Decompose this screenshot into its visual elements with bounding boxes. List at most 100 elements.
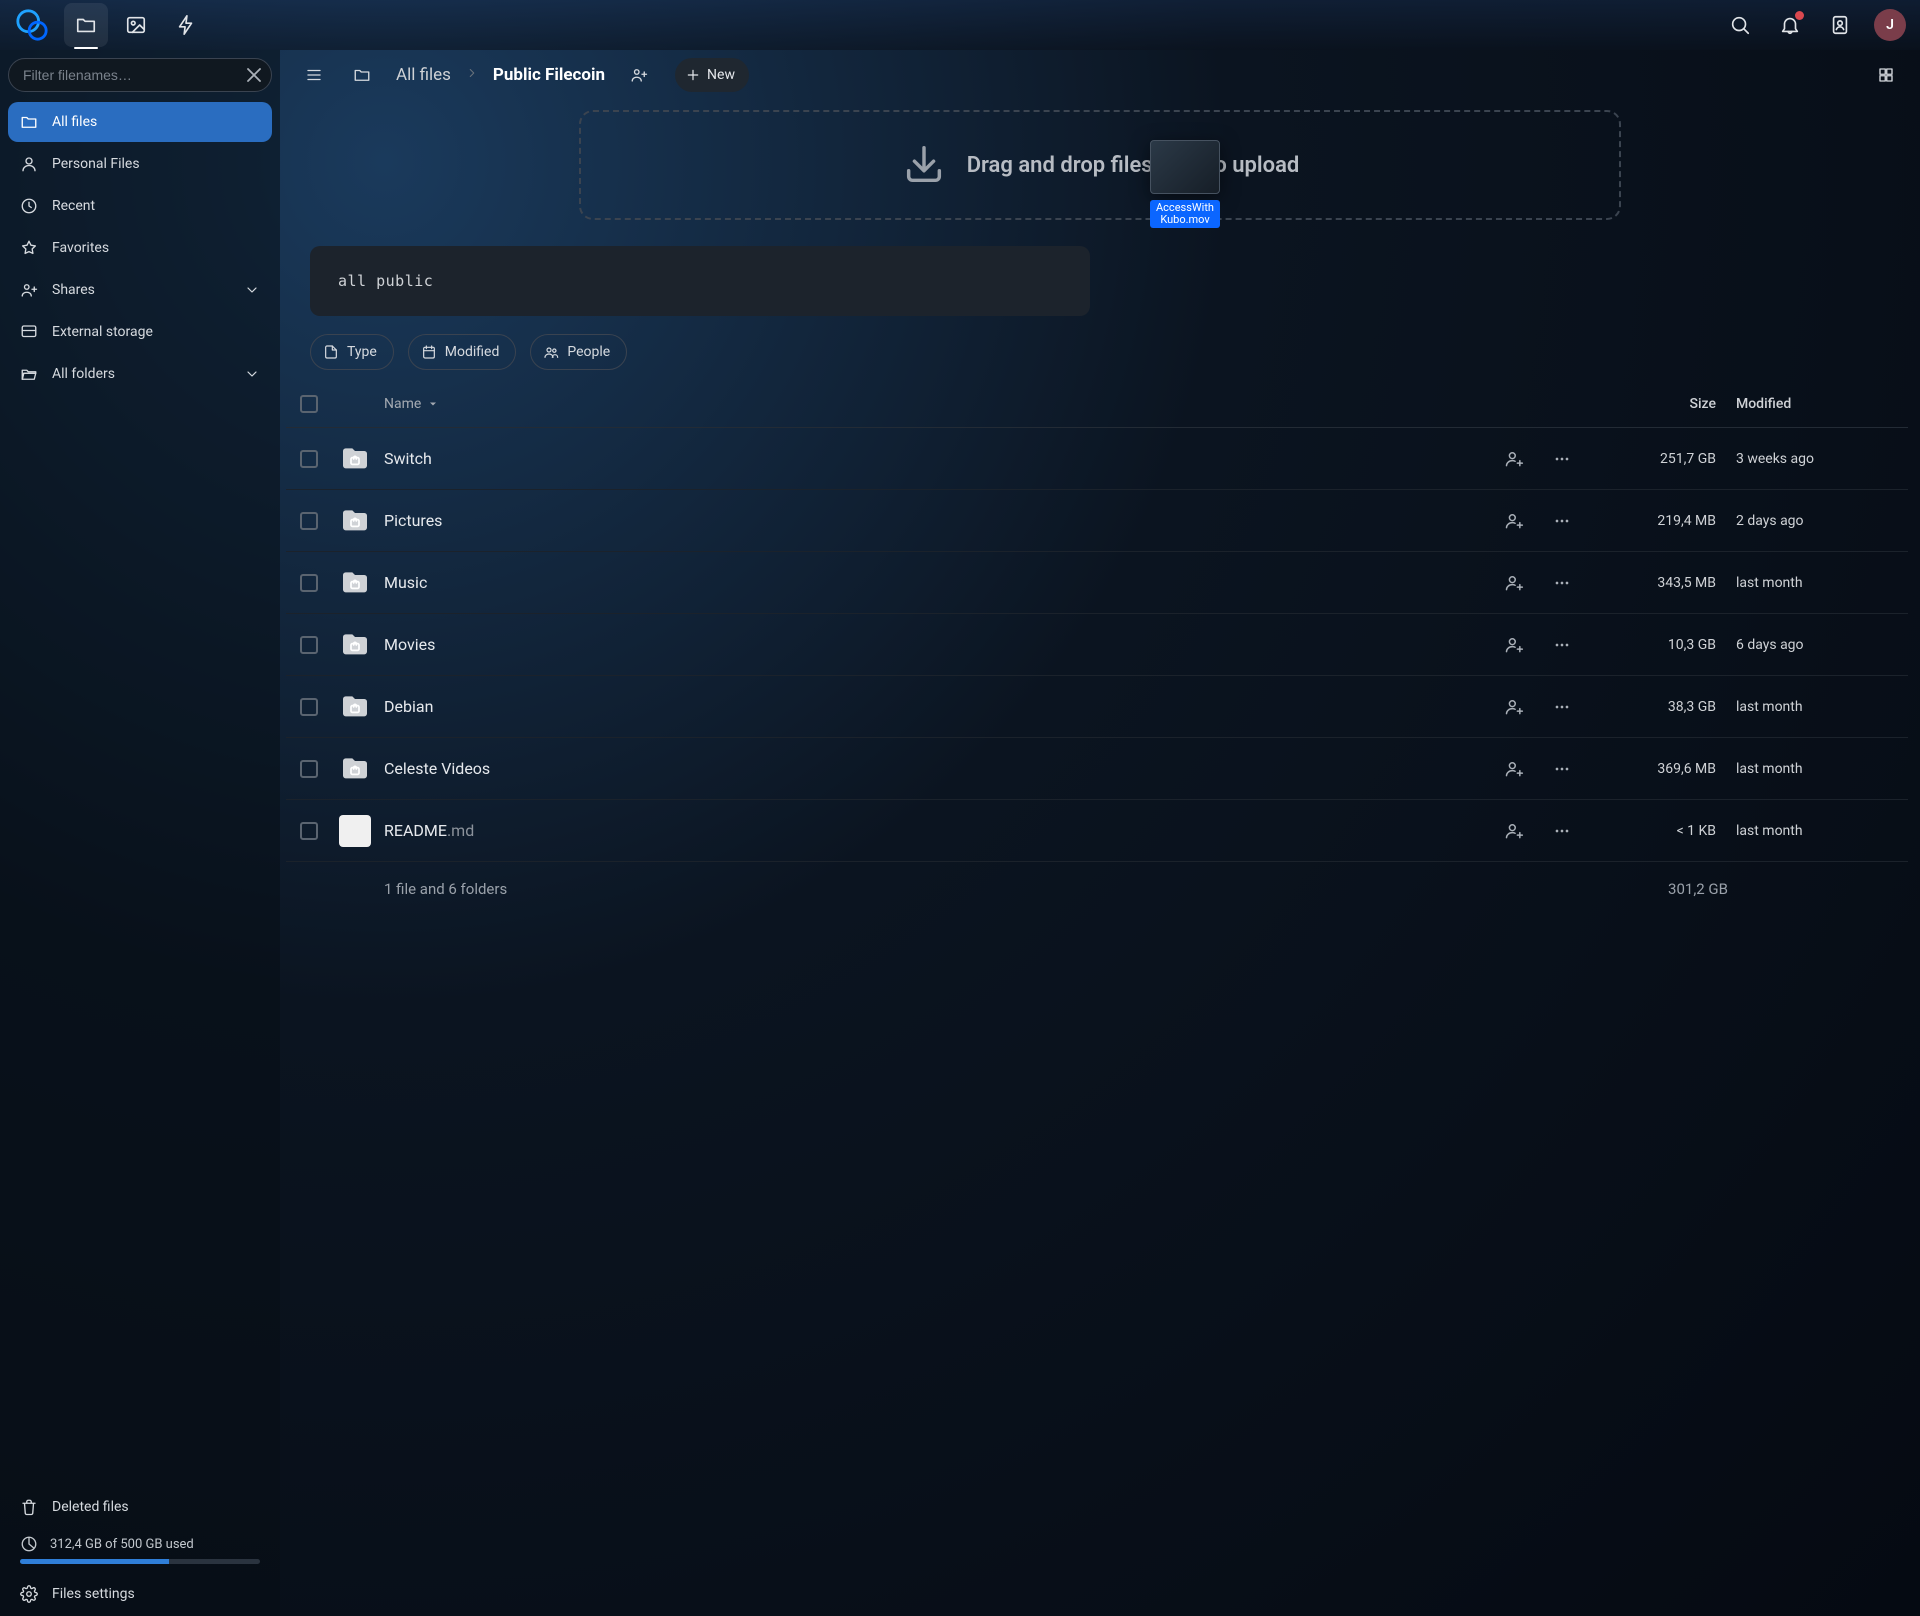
table-header: Name Size Modified: [286, 380, 1908, 428]
row-checkbox[interactable]: [300, 822, 318, 840]
sidebar-item-external[interactable]: External storage: [8, 312, 272, 352]
more-row-icon[interactable]: [1538, 449, 1586, 469]
nav-activity-icon[interactable]: [164, 3, 208, 47]
new-button[interactable]: New: [675, 58, 749, 92]
file-name[interactable]: README.md: [378, 821, 1490, 840]
file-modified: 6 days ago: [1726, 637, 1896, 653]
sidebar-item-favorites[interactable]: Favorites: [8, 228, 272, 268]
file-name[interactable]: Pictures: [378, 511, 1490, 530]
filter-input[interactable]: [8, 58, 272, 92]
select-all-checkbox[interactable]: [300, 395, 318, 413]
app-logo[interactable]: [14, 7, 50, 43]
folder-icon: [338, 445, 372, 473]
table-row[interactable]: Debian38,3 GBlast month: [286, 676, 1908, 738]
sidebar-item-recent[interactable]: Recent: [8, 186, 272, 226]
table-row[interactable]: README.md < 1 KBlast month: [286, 800, 1908, 862]
table-row[interactable]: Pictures219,4 MB2 days ago: [286, 490, 1908, 552]
sort-asc-icon: [427, 398, 439, 410]
filter-chip-people[interactable]: People: [530, 334, 627, 370]
nav-files-icon[interactable]: [64, 3, 108, 47]
more-row-icon[interactable]: [1538, 697, 1586, 717]
storage-quota: 312,4 GB of 500 GB used: [8, 1529, 272, 1574]
folder-icon: [338, 693, 372, 721]
content-area: All files Public Filecoin New Drag an: [280, 50, 1920, 1616]
table-row[interactable]: Switch251,7 GB3 weeks ago: [286, 428, 1908, 490]
sidebar-item-settings[interactable]: Files settings: [8, 1574, 272, 1614]
file-name[interactable]: Celeste Videos: [378, 759, 1490, 778]
file-name[interactable]: Debian: [378, 697, 1490, 716]
more-row-icon[interactable]: [1538, 635, 1586, 655]
file-icon: [339, 815, 371, 847]
table-row[interactable]: Music 343,5 MBlast month: [286, 552, 1908, 614]
chip-label: People: [567, 344, 610, 360]
file-table: Name Size Modified Switch251,7 GB3 weeks…: [280, 380, 1920, 1616]
table-row[interactable]: Celeste Videos369,6 MBlast month: [286, 738, 1908, 800]
row-checkbox[interactable]: [300, 574, 318, 592]
share-row-icon[interactable]: [1490, 635, 1538, 655]
clear-filter-icon[interactable]: [242, 63, 266, 87]
notifications-icon[interactable]: [1768, 3, 1812, 47]
contacts-icon[interactable]: [1818, 3, 1862, 47]
column-size-header[interactable]: Size: [1586, 396, 1726, 412]
folder-icon: [338, 507, 372, 535]
file-name[interactable]: Switch: [378, 449, 1490, 468]
sidebar-label: Files settings: [52, 1586, 135, 1602]
column-name-header[interactable]: Name: [378, 396, 1490, 412]
dropzone-text: Drag and drop files here to upload: [967, 153, 1300, 178]
column-modified-header[interactable]: Modified: [1726, 396, 1896, 412]
breadcrumb-current[interactable]: Public Filecoin: [487, 61, 611, 89]
filter-chips: Type Modified People: [280, 332, 1920, 380]
sidebar-label: Recent: [52, 198, 95, 214]
toolbar: All files Public Filecoin New: [280, 50, 1920, 100]
file-size: 343,5 MB: [1586, 575, 1726, 591]
file-size: 38,3 GB: [1586, 699, 1726, 715]
file-name[interactable]: Music: [378, 573, 1490, 592]
row-checkbox[interactable]: [300, 450, 318, 468]
table-footer: 1 file and 6 folders 301,2 GB: [286, 862, 1908, 916]
sidebar-item-all-files[interactable]: All files: [8, 102, 272, 142]
share-row-icon[interactable]: [1490, 759, 1538, 779]
row-checkbox[interactable]: [300, 698, 318, 716]
sidebar-item-shares[interactable]: Shares: [8, 270, 272, 310]
table-row[interactable]: Movies10,3 GB6 days ago: [286, 614, 1908, 676]
toggle-sidebar-icon[interactable]: [294, 55, 334, 95]
share-row-icon[interactable]: [1490, 821, 1538, 841]
more-row-icon[interactable]: [1538, 821, 1586, 841]
new-button-label: New: [707, 67, 735, 83]
user-avatar[interactable]: J: [1874, 9, 1906, 41]
share-row-icon[interactable]: [1490, 573, 1538, 593]
filter-chip-modified[interactable]: Modified: [408, 334, 517, 370]
sidebar: All filesPersonal Files Recent FavoritesSh…: [0, 50, 280, 1616]
row-checkbox[interactable]: [300, 512, 318, 530]
home-folder-icon[interactable]: [342, 55, 382, 95]
file-size: 369,6 MB: [1586, 761, 1726, 777]
sidebar-item-personal[interactable]: Personal Files: [8, 144, 272, 184]
row-checkbox[interactable]: [300, 760, 318, 778]
folder-icon: [338, 569, 372, 597]
file-modified: last month: [1726, 823, 1896, 839]
sidebar-item-all-folders[interactable]: All folders: [8, 354, 272, 394]
file-name[interactable]: Movies: [378, 635, 1490, 654]
sidebar-item-deleted[interactable]: Deleted files: [8, 1487, 272, 1527]
breadcrumb-root[interactable]: All files: [390, 61, 457, 89]
row-checkbox[interactable]: [300, 636, 318, 654]
filter-chip-type[interactable]: Type: [310, 334, 394, 370]
dropzone[interactable]: Drag and drop files here to upload: [579, 110, 1622, 220]
share-breadcrumb-icon[interactable]: [619, 55, 659, 95]
more-row-icon[interactable]: [1538, 573, 1586, 593]
file-modified: last month: [1726, 575, 1896, 591]
share-row-icon[interactable]: [1490, 449, 1538, 469]
share-row-icon[interactable]: [1490, 511, 1538, 531]
nav-photos-icon[interactable]: [114, 3, 158, 47]
chip-label: Type: [347, 344, 377, 360]
more-row-icon[interactable]: [1538, 759, 1586, 779]
file-size: 219,4 MB: [1586, 513, 1726, 529]
file-size: < 1 KB: [1586, 823, 1726, 839]
search-icon[interactable]: [1718, 3, 1762, 47]
more-row-icon[interactable]: [1538, 511, 1586, 531]
folder-description[interactable]: all public: [310, 246, 1090, 316]
chevron-right-icon: [461, 65, 483, 85]
share-row-icon[interactable]: [1490, 697, 1538, 717]
file-modified: 3 weeks ago: [1726, 451, 1896, 467]
view-grid-icon[interactable]: [1866, 55, 1906, 95]
